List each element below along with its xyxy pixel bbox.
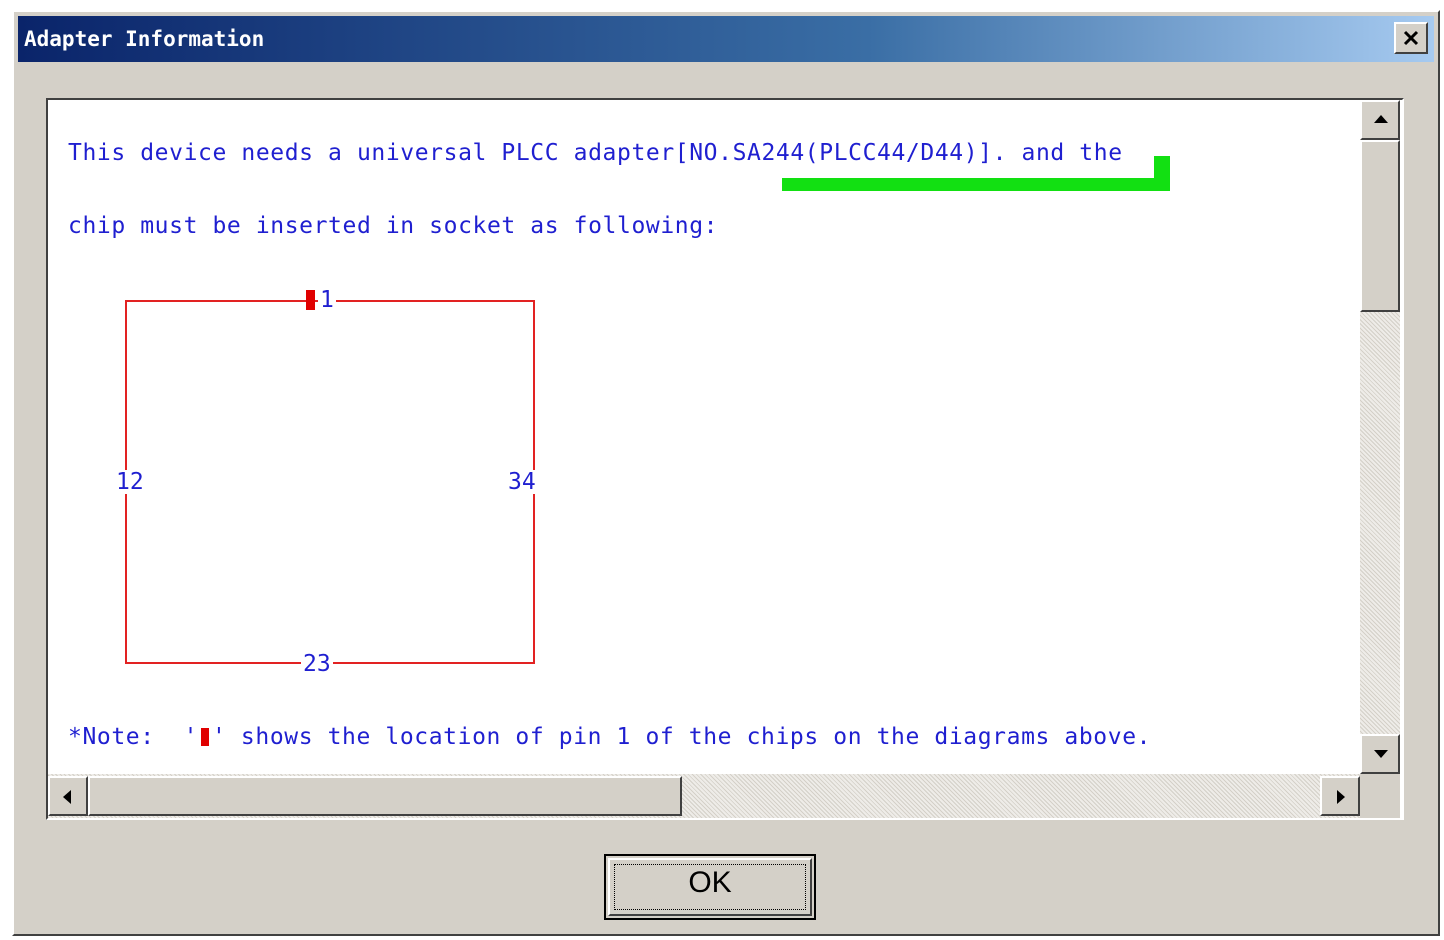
instruction-text-start: This device needs a universal PLCC adapt…	[68, 140, 675, 166]
scroll-right-button[interactable]	[1320, 776, 1360, 816]
adapter-highlight-underline	[782, 178, 1170, 191]
arrow-right-icon	[1337, 790, 1345, 804]
pin-label-top: 1	[318, 287, 336, 313]
note-text-start: *Note: '	[68, 724, 199, 750]
pin-label-right: 34	[506, 469, 538, 495]
instruction-line-1: This device needs a universal PLCC adapt…	[68, 140, 1123, 166]
chip-outline	[125, 300, 535, 664]
scroll-left-button[interactable]	[48, 776, 88, 816]
ok-button-label: OK	[688, 866, 732, 899]
pin1-note: *Note: ' ' shows the location of pin 1 of…	[68, 724, 1151, 750]
pin1-marker-legend	[201, 728, 210, 746]
arrow-down-icon	[1374, 750, 1388, 758]
horizontal-scrollbar[interactable]	[48, 774, 1360, 818]
vertical-scrollbar[interactable]	[1360, 100, 1400, 774]
pin-label-bottom: 23	[301, 651, 333, 677]
pin-label-left: 12	[114, 469, 146, 495]
instruction-line-2: chip must be inserted in socket as follo…	[68, 213, 719, 239]
adapter-model: [NO.SA244(PLCC44/D44)]	[674, 140, 993, 166]
scroll-down-button[interactable]	[1360, 734, 1400, 774]
title-bar[interactable]: Adapter Information	[18, 16, 1434, 62]
information-panel: This device needs a universal PLCC adapt…	[46, 98, 1404, 820]
adapter-information-dialog: Adapter Information This device needs a …	[12, 10, 1440, 936]
pin1-marker	[306, 290, 315, 310]
arrow-left-icon	[63, 790, 71, 804]
arrow-up-icon	[1374, 115, 1388, 123]
horizontal-scroll-thumb[interactable]	[88, 776, 682, 816]
note-text-end: ' shows the location of pin 1 of the chi…	[212, 724, 1152, 750]
close-button[interactable]	[1394, 22, 1428, 54]
scroll-up-button[interactable]	[1360, 100, 1400, 140]
instruction-text-end: . and the	[992, 140, 1123, 166]
close-icon	[1403, 30, 1419, 46]
scrollbar-corner	[1360, 774, 1400, 818]
vertical-scroll-thumb[interactable]	[1360, 140, 1400, 312]
ok-button[interactable]: OK	[604, 854, 816, 920]
window-title: Adapter Information	[24, 27, 265, 51]
adapter-highlight-marker	[1154, 156, 1170, 191]
